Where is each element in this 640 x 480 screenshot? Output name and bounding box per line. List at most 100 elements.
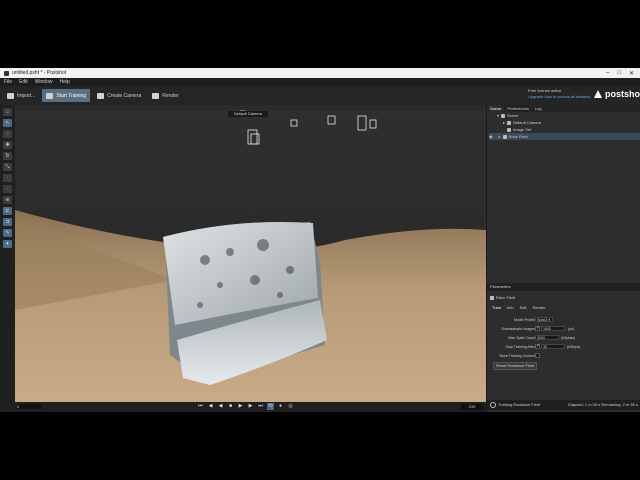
speck-7	[197, 302, 203, 308]
tab-preferences[interactable]: Preferences	[504, 105, 532, 112]
speck-6	[250, 275, 260, 285]
stop-icon[interactable]: ■	[227, 403, 234, 410]
record-icon[interactable]: ●	[277, 403, 284, 410]
tree-label-image-set: Image Set	[513, 127, 532, 132]
tab-train[interactable]: Train	[489, 304, 504, 311]
tree-label-scene: Scene	[507, 113, 519, 118]
tree-item-default-camera[interactable]: ▸ Default Camera	[489, 119, 640, 126]
stop-training-unit: (kSteps)	[567, 345, 581, 349]
stop-training-value: 30	[543, 345, 547, 349]
stop-training-checkbox[interactable]	[535, 343, 540, 349]
step-back-icon[interactable]: ◀	[207, 403, 214, 410]
downsample-checkbox[interactable]	[535, 325, 540, 331]
camera-tab[interactable]: Default Camera	[228, 111, 268, 117]
tab-edit[interactable]: Edit	[517, 304, 530, 311]
store-context-checkbox[interactable]	[535, 353, 540, 358]
max-splat-label: Max Splat Count	[508, 336, 535, 340]
camera-icon	[507, 120, 512, 125]
stop-training-input[interactable]: 30	[541, 344, 565, 349]
play-icon[interactable]: ▶	[237, 403, 244, 410]
menu-window[interactable]: Window	[35, 79, 53, 85]
minimize-icon[interactable]: –	[606, 70, 609, 77]
tree-item-image-set[interactable]: Image Set	[489, 126, 640, 133]
crop-icon[interactable]: ⊏	[3, 207, 12, 215]
settings-icon[interactable]: ✦	[3, 240, 12, 248]
select-icon[interactable]: ↖	[3, 119, 12, 127]
speck-2	[226, 248, 234, 256]
create-camera-button[interactable]: Create Camera	[93, 89, 145, 102]
speed-icon[interactable]: ◎	[287, 403, 294, 410]
maximize-icon[interactable]: □	[617, 70, 621, 77]
close-icon[interactable]: ✕	[629, 70, 634, 77]
stop-training-label: Stop Training After	[505, 345, 535, 349]
tab-scene[interactable]: Scene	[487, 105, 505, 112]
max-splat-unit: (kSplats)	[561, 336, 576, 340]
layers-icon[interactable]: ≋	[3, 196, 12, 204]
progress-icon	[490, 402, 496, 408]
max-splat-input[interactable]: 3000	[535, 335, 559, 340]
start-training-label: Start Training	[56, 92, 87, 99]
radiance-field-icon	[502, 134, 507, 139]
speck-8	[277, 292, 283, 298]
frame-count-field[interactable]: 239	[461, 404, 483, 410]
menu-file[interactable]: File	[4, 79, 12, 85]
scene-tree: ▾ Scene ▸ Default Camera Image Set ◉ ▸ R…	[487, 112, 640, 140]
3d-viewport[interactable]: Default Camera	[15, 110, 486, 402]
render-button[interactable]: Render	[148, 89, 182, 102]
expand-arrow-icon[interactable]: ▸	[499, 133, 501, 140]
downsample-input[interactable]: 1600	[541, 326, 565, 331]
render-label: Render	[162, 92, 179, 99]
current-frame-field[interactable]: 0	[17, 404, 41, 409]
training-icon	[46, 92, 54, 99]
move-icon[interactable]: ✥	[3, 141, 12, 149]
play-reverse-icon[interactable]: ◀	[217, 403, 224, 410]
downsample-value: 1600	[543, 327, 551, 331]
max-splat-value: 3000	[537, 336, 545, 340]
tab-log[interactable]: Log	[532, 105, 545, 112]
film-icon	[152, 92, 160, 99]
start-training-button[interactable]: Start Training	[42, 89, 91, 102]
status-left: Training Radiance Field	[490, 400, 540, 410]
node-title-label: Rdnc Field	[496, 295, 516, 300]
downsample-unit: (px)	[568, 327, 575, 331]
skip-end-icon[interactable]: ⏭	[257, 403, 264, 410]
upgrade-link[interactable]: Upgrade now to access all features	[528, 94, 590, 100]
current-frame-value: 0	[17, 404, 20, 409]
menu-edit[interactable]: Edit	[19, 79, 28, 85]
left-tool-strip: ⌂ ↖ ◌ ✥ ↻ ⤡ ∙ ∙ ≋ ⊏ ⊐ ✎ ✦	[0, 105, 15, 412]
eraser-icon[interactable]: ∙	[3, 185, 12, 193]
rotate-icon[interactable]: ↻	[3, 152, 12, 160]
menu-bar: File Edit Window Help	[0, 78, 640, 86]
model-profile-select[interactable]: Splat3 ▾	[535, 317, 553, 322]
loop-icon[interactable]: ⟲	[267, 403, 274, 410]
reset-radiance-field-button[interactable]: Reset Radiance Field	[493, 362, 537, 370]
radiance-field-icon	[490, 295, 494, 300]
home-icon[interactable]: ⌂	[3, 108, 12, 116]
parameter-tabs: Train Info Edit Render	[489, 304, 549, 311]
tree-label-default-camera: Default Camera	[513, 120, 542, 125]
store-context-label: Store Training Context	[499, 354, 535, 358]
visibility-eye-icon[interactable]: ◉	[489, 133, 493, 140]
pen-icon[interactable]: ✎	[3, 229, 12, 237]
license-info: Free license active Upgrade now to acces…	[528, 88, 590, 100]
import-button[interactable]: Import...	[3, 89, 39, 102]
tab-render[interactable]: Render	[530, 304, 549, 311]
tree-item-rdnc-field[interactable]: ◉ ▸ Rdnc Field	[489, 133, 640, 140]
expand-arrow-icon[interactable]: ▾	[497, 112, 499, 119]
image-set-icon	[507, 127, 511, 132]
expand-arrow-icon[interactable]: ▸	[503, 119, 505, 126]
brush-icon[interactable]: ∙	[3, 174, 12, 182]
scale-icon[interactable]: ⤡	[3, 163, 12, 171]
lasso-icon[interactable]: ◌	[3, 130, 12, 138]
step-forward-icon[interactable]: ▶	[247, 403, 254, 410]
speck-1	[200, 255, 210, 265]
tab-info[interactable]: Info	[504, 304, 517, 311]
skip-start-icon[interactable]: ⏮	[197, 403, 204, 410]
postshot-logo-icon	[594, 90, 602, 98]
parameters-lower: Stop Training After 30 (kSteps) Store Tr…	[487, 342, 640, 412]
menu-help[interactable]: Help	[59, 79, 69, 85]
brand-logo: postshot	[594, 89, 640, 99]
tree-item-scene[interactable]: ▾ Scene	[489, 112, 640, 119]
camera-path-icon[interactable]: ⊐	[3, 218, 12, 226]
model-profile-value: Splat3	[537, 318, 548, 322]
